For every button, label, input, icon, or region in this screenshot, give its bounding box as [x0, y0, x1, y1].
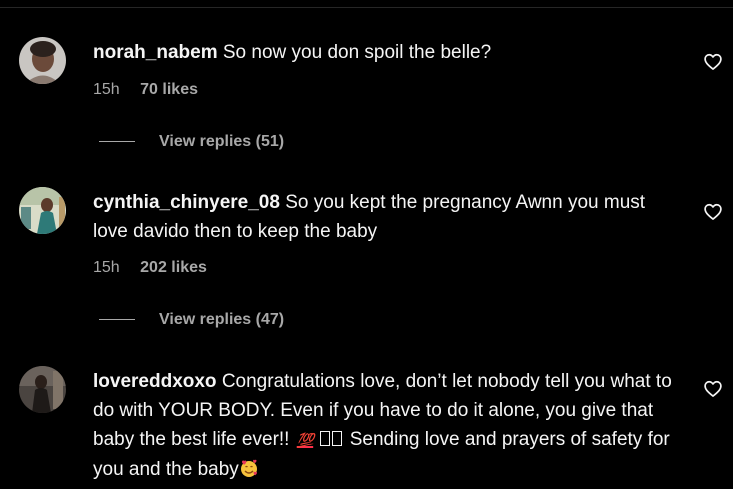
replies-line	[99, 141, 135, 143]
heart-outline-icon[interactable]	[703, 379, 723, 399]
avatar[interactable]	[19, 366, 66, 413]
top-divider	[0, 7, 733, 8]
view-replies-button[interactable]: View replies (47)	[99, 311, 284, 329]
smiling-face-with-hearts-icon	[240, 459, 257, 477]
comment-time: 15h	[93, 81, 120, 98]
view-replies-button[interactable]: View replies (51)	[99, 133, 284, 151]
comment-text: So now you don spoil the belle?	[222, 42, 492, 63]
comment-meta: 15h 70 likes	[93, 81, 198, 99]
avatar[interactable]	[19, 37, 66, 84]
heart-outline-icon[interactable]	[703, 202, 723, 222]
comment-meta: 15h 202 likes	[93, 259, 207, 277]
comment-username[interactable]: lovereddxoxo	[93, 371, 217, 392]
comment-likes[interactable]: 70 likes	[140, 81, 198, 98]
hundred-points-icon: 💯	[296, 432, 314, 448]
comment-username[interactable]: cynthia_chinyere_08	[93, 192, 280, 213]
comment-body: cynthia_chinyere_08 So you kept the preg…	[93, 188, 683, 246]
avatar[interactable]	[19, 187, 66, 234]
comment-body: lovereddxoxo Congratulations love, don’t…	[93, 367, 683, 484]
heart-outline-icon[interactable]	[703, 52, 723, 72]
comment-username[interactable]: norah_nabem	[93, 42, 218, 63]
replies-line	[99, 319, 135, 321]
missing-glyph-icon	[320, 429, 344, 450]
comment-likes[interactable]: 202 likes	[140, 259, 207, 276]
comment-time: 15h	[93, 259, 120, 276]
view-replies-label: View replies (47)	[159, 311, 285, 328]
view-replies-label: View replies (51)	[159, 133, 285, 150]
comment-body: norah_nabem So now you don spoil the bel…	[93, 38, 683, 67]
